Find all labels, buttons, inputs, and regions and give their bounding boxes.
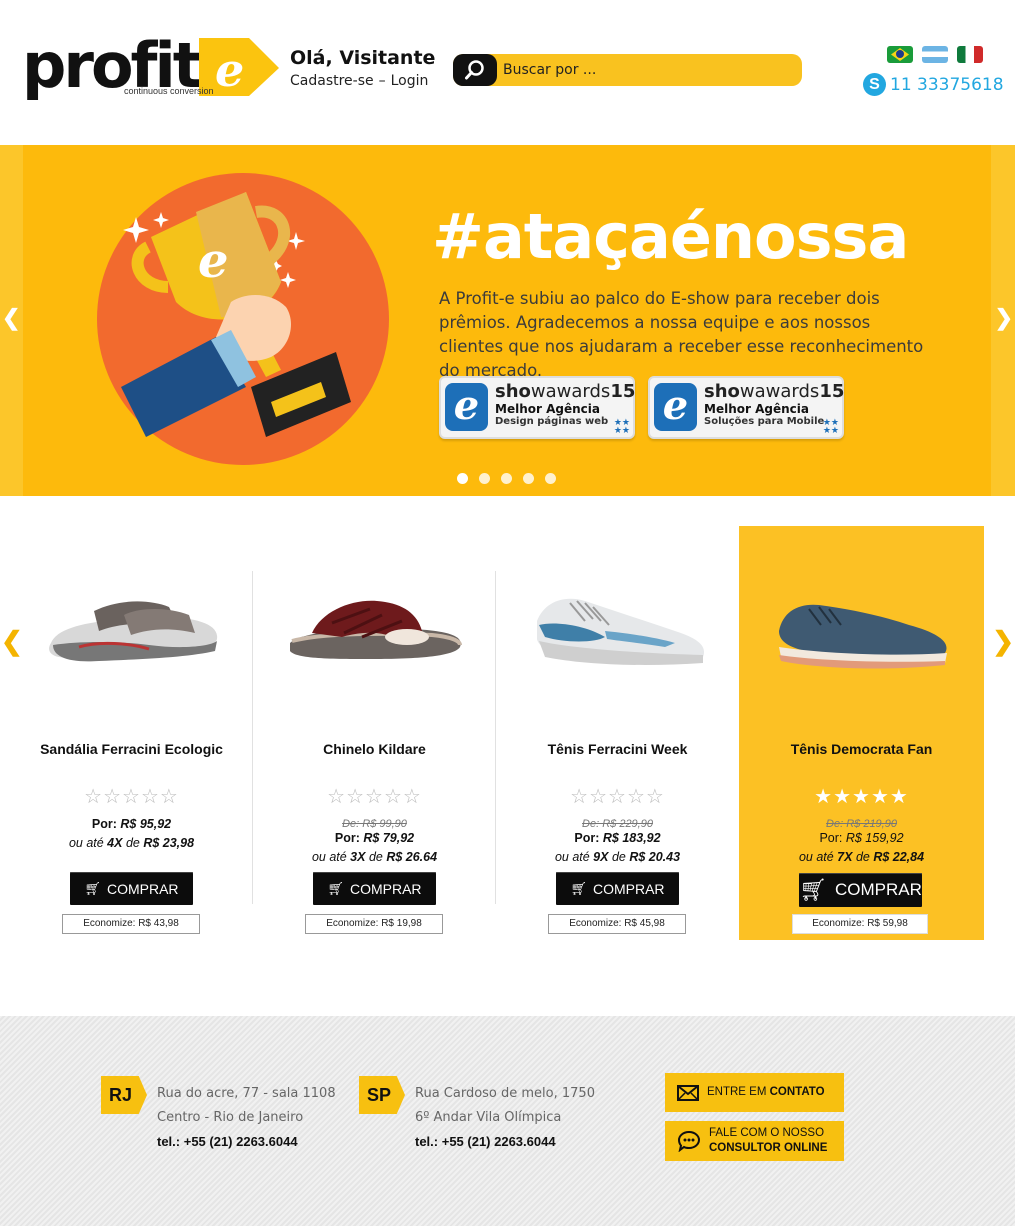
greeting-title: Olá, Visitante	[290, 47, 436, 69]
sneaker-image	[779, 604, 947, 669]
product-card-featured[interactable]: Tênis Democrata Fan ★★★★★ De: R$ 219,90 …	[739, 526, 984, 940]
buy-button[interactable]: 🛒︎ COMPRAR	[70, 872, 193, 905]
trophy-illustration: e	[97, 173, 389, 465]
svg-text:e: e	[215, 43, 244, 97]
greeting-block: Olá, Visitante Cadastre-se – Login	[290, 47, 435, 89]
cart-icon: 🛒︎	[799, 877, 828, 902]
search-input[interactable]	[497, 54, 797, 86]
address-rj: Rua do acre, 77 - sala 1108 Centro - Rio…	[157, 1082, 336, 1154]
search-bar	[453, 54, 802, 86]
award-line-1: Melhor Agência	[704, 402, 809, 416]
svg-text:e: e	[198, 233, 229, 289]
slider-dots	[457, 473, 556, 484]
product-old-price: De: R$ 229,90	[582, 818, 653, 830]
product-installments: ou até 9X de R$ 20.43	[554, 850, 681, 864]
mexico-flag-icon[interactable]	[957, 46, 983, 63]
cart-icon: 🛒︎	[327, 880, 344, 896]
product-card[interactable]: Sandália Ferracini Ecologic ☆☆☆☆☆ Por: R…	[9, 526, 254, 940]
state-tag-sp: SP	[359, 1076, 405, 1114]
hero-prev-arrow-icon[interactable]: ❮	[2, 305, 20, 331]
cart-icon: 🛒︎	[570, 880, 587, 896]
award-line-2: Design páginas web	[495, 416, 609, 427]
award-line-2: Soluções para Mobile	[704, 416, 825, 427]
savings-label: Economize: R$ 59,98	[792, 914, 928, 934]
login-link[interactable]: Login	[391, 73, 429, 89]
savings-label: Economize: R$ 43,98	[62, 914, 200, 934]
hero-title: #ataçaénossa	[432, 200, 909, 273]
product-old-price: De: R$ 99,90	[342, 818, 407, 830]
phone-sp[interactable]: tel.: +55 (21) 2263.6044	[415, 1130, 595, 1154]
slider-dot[interactable]	[479, 473, 490, 484]
online-consultant-button[interactable]: FALE COM O NOSSO CONSULTOR ONLINE	[665, 1121, 844, 1161]
product-price: Por: R$ 183,92	[574, 831, 661, 845]
rating-stars-icon[interactable]: ★★★★★	[739, 784, 984, 809]
hero-text: A Profit-e subiu ao palco do E-show para…	[439, 289, 924, 380]
slider-dot[interactable]	[523, 473, 534, 484]
slider-dot[interactable]	[545, 473, 556, 484]
cart-icon: 🛒︎	[84, 880, 101, 896]
product-name[interactable]: Tênis Ferracini Week	[495, 738, 740, 760]
award-stars-icon: ★★ ★★	[613, 417, 630, 435]
site-footer: RJ Rua do acre, 77 - sala 1108 Centro - …	[0, 1016, 1015, 1226]
rating-stars-icon[interactable]: ☆☆☆☆☆	[495, 784, 740, 809]
product-installments: ou até 4X de R$ 23,98	[68, 836, 195, 850]
product-installments: ou até 3X de R$ 26.64	[311, 850, 438, 864]
profit-e-logo[interactable]: profit e continuous conversion	[22, 30, 279, 102]
site-header: profit e continuous conversion Olá, Visi…	[0, 0, 1015, 145]
sandal-image	[49, 601, 218, 662]
signup-link[interactable]: Cadastre-se	[290, 73, 374, 89]
link-separator: –	[378, 73, 386, 89]
savings-label: Economize: R$ 19,98	[305, 914, 443, 934]
phone-rj[interactable]: tel.: +55 (21) 2263.6044	[157, 1130, 336, 1154]
language-flags	[887, 46, 983, 63]
product-name[interactable]: Chinelo Kildare	[252, 738, 497, 760]
brazil-flag-icon[interactable]	[887, 46, 913, 63]
phone-number: 11 33375618	[890, 74, 1004, 95]
savings-label: Economize: R$ 45,98	[548, 914, 686, 934]
product-installments: ou até 7X de R$ 22,84	[798, 850, 925, 864]
buy-button[interactable]: 🛒︎ COMPRAR	[313, 872, 436, 905]
slider-dot[interactable]	[501, 473, 512, 484]
award-stars-icon: ★★ ★★	[822, 417, 839, 435]
product-price: Por: R$ 159,92	[819, 831, 904, 845]
sneaker-image	[537, 598, 705, 665]
products-next-arrow-icon[interactable]: ❯	[992, 626, 1014, 657]
slider-dot[interactable]	[457, 473, 468, 484]
eshow-e-icon: e	[445, 383, 488, 431]
product-name[interactable]: Sandália Ferracini Ecologic	[9, 738, 254, 760]
logo-tagline: continuous conversion	[124, 86, 214, 96]
search-button[interactable]	[453, 54, 497, 86]
skype-phone[interactable]: S 11 33375618	[863, 73, 1004, 96]
chat-bubble-icon	[677, 1130, 701, 1152]
contact-button[interactable]: ENTRE EM CONTATO	[665, 1073, 844, 1112]
rating-stars-icon[interactable]: ☆☆☆☆☆	[252, 784, 497, 809]
award-badge-mobile: e showawards15 Melhor Agência Soluções p…	[648, 376, 844, 439]
address-sp: Rua Cardoso de melo, 1750 6º Andar Vila …	[415, 1082, 595, 1154]
search-icon	[465, 60, 484, 80]
product-card[interactable]: Chinelo Kildare ☆☆☆☆☆ De: R$ 99,90 Por: …	[252, 526, 497, 940]
buy-button[interactable]: 🛒︎ COMPRAR	[556, 872, 679, 905]
award-line-1: Melhor Agência	[495, 402, 600, 416]
eshow-e-icon: e	[654, 383, 697, 431]
skype-icon: S	[863, 73, 886, 96]
product-price: Por: R$ 79,92	[334, 831, 415, 845]
product-carousel: ❮ ❯ Sandália Ferracini Ecologic ☆☆☆☆☆ Po…	[0, 496, 1015, 1016]
state-tag-rj: RJ	[101, 1076, 147, 1114]
product-name[interactable]: Tênis Democrata Fan	[739, 738, 984, 760]
envelope-icon	[677, 1084, 699, 1101]
argentina-flag-icon[interactable]	[922, 46, 948, 63]
hero-banner: ❮ ❯ e #ataçaénossa A Profit-e subiu ao p…	[0, 145, 1015, 496]
product-old-price: De: R$ 219,90	[826, 818, 897, 830]
rating-stars-icon[interactable]: ☆☆☆☆☆	[9, 784, 254, 809]
buy-button[interactable]: 🛒︎ COMPRAR	[799, 873, 922, 907]
slipper-image	[290, 600, 462, 659]
product-card[interactable]: Tênis Ferracini Week ☆☆☆☆☆ De: R$ 229,90…	[495, 526, 740, 940]
hero-next-arrow-icon[interactable]: ❯	[995, 305, 1013, 331]
product-price: Por: R$ 95,92	[91, 817, 172, 831]
award-badge-web: e showawards15 Melhor Agência Design pág…	[439, 376, 635, 439]
